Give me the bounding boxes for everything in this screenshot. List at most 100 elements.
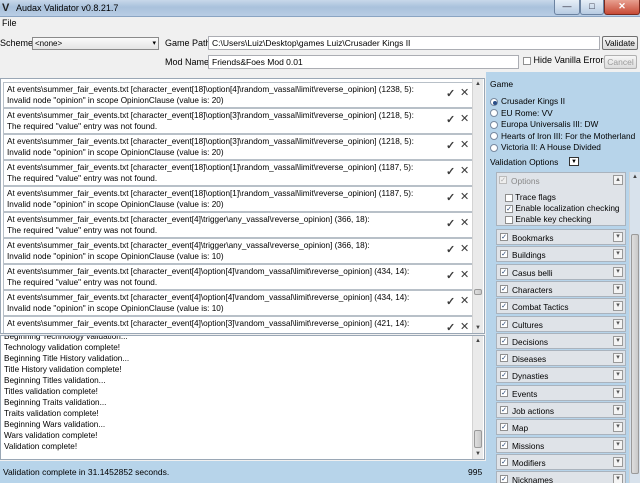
category-checkbox[interactable]: ✓ [500, 457, 508, 466]
expand-icon[interactable]: ▾ [613, 405, 623, 415]
category-row[interactable]: ✓ Buildings ▾ [496, 246, 626, 263]
expand-icon[interactable]: ▾ [613, 439, 623, 450]
category-row[interactable]: ✓ Characters ▾ [496, 280, 626, 297]
scroll-up-icon[interactable]: ▲ [473, 336, 483, 346]
option-checkbox[interactable]: Enable key checking [505, 214, 591, 224]
expand-icon[interactable]: ▾ [613, 456, 623, 467]
cancel-button[interactable]: Cancel [604, 55, 637, 69]
scroll-thumb[interactable] [474, 289, 482, 295]
error-list-scrollbar[interactable]: ▲ ▼ [472, 79, 483, 333]
expand-icon[interactable]: ▾ [613, 249, 623, 260]
checkmark-icon[interactable]: ✓ [446, 87, 455, 100]
game-option[interactable]: Hearts of Iron III: For the Motherland [490, 131, 635, 141]
scroll-up-icon[interactable]: ▲ [630, 172, 640, 182]
minimize-button[interactable]: — [554, 0, 580, 15]
category-row[interactable]: ✓ Dynasties ▾ [496, 367, 626, 384]
category-checkbox[interactable]: ✓ [500, 388, 508, 397]
category-checkbox[interactable]: ✓ [500, 406, 508, 414]
check-box[interactable] [505, 193, 513, 202]
checkmark-icon[interactable]: ✓ [446, 295, 455, 308]
option-checkbox[interactable]: ✓ Enable localization checking [505, 203, 620, 213]
category-checkbox[interactable]: ✓ [500, 475, 508, 483]
hide-vanilla-checkbox[interactable]: Hide Vanilla Errors [523, 55, 608, 65]
radio-button[interactable] [490, 120, 498, 129]
scheme-dropdown[interactable]: <none> ▾ [32, 37, 159, 50]
error-item[interactable]: At events\summer_fair_events.txt [charac… [3, 134, 473, 160]
category-row[interactable]: ✓ Casus belli ▾ [496, 263, 626, 280]
scroll-down-icon[interactable]: ▼ [473, 449, 483, 459]
validate-button[interactable]: Validate [602, 36, 638, 50]
game-option[interactable]: Crusader Kings II [490, 96, 565, 106]
expand-icon[interactable]: ▾ [613, 283, 623, 294]
dismiss-icon[interactable]: ✕ [460, 86, 469, 99]
game-option[interactable]: Europa Universalis III: DW [490, 119, 598, 129]
error-item[interactable]: At events\summer_fair_events.txt [charac… [3, 316, 473, 333]
expand-icon[interactable]: ▾ [613, 353, 623, 364]
checkmark-icon[interactable]: ✓ [446, 321, 455, 333]
radio-button[interactable] [490, 132, 498, 141]
scroll-up-icon[interactable]: ▲ [473, 79, 483, 89]
game-path-field[interactable]: C:\Users\Luiz\Desktop\games Luiz\Crusade… [208, 36, 600, 50]
dismiss-icon[interactable]: ✕ [460, 294, 469, 307]
checkmark-icon[interactable]: ✓ [446, 165, 455, 178]
radio-button[interactable] [490, 109, 498, 118]
expand-icon[interactable]: ▾ [613, 266, 623, 277]
expand-icon[interactable]: ▾ [613, 232, 623, 242]
error-item[interactable]: At events\summer_fair_events.txt [charac… [3, 108, 473, 134]
checkmark-icon[interactable]: ✓ [446, 269, 455, 282]
category-checkbox[interactable]: ✓ [500, 250, 508, 259]
scroll-down-icon[interactable]: ▼ [473, 323, 483, 333]
category-row[interactable]: ✓ Combat Tactics ▾ [496, 298, 626, 315]
dismiss-icon[interactable]: ✕ [460, 216, 469, 229]
hide-vanilla-check-box[interactable] [523, 56, 531, 65]
mod-name-field[interactable]: Friends&Foes Mod 0.01 [208, 55, 519, 69]
check-box[interactable]: ✓ [505, 204, 513, 213]
checkmark-icon[interactable]: ✓ [446, 113, 455, 126]
error-item[interactable]: At events\summer_fair_events.txt [charac… [3, 290, 473, 316]
category-checkbox[interactable]: ✓ [500, 423, 508, 432]
category-checkbox[interactable]: ✓ [500, 284, 508, 293]
dismiss-icon[interactable]: ✕ [460, 112, 469, 125]
category-checkbox[interactable]: ✓ [500, 354, 508, 363]
category-row[interactable]: ✓ Job actions ▾ [496, 402, 626, 418]
category-row[interactable]: ✓ Missions ▾ [496, 436, 626, 453]
expand-icon[interactable]: ▾ [613, 422, 623, 433]
category-row[interactable]: ✓ Bookmarks ▾ [496, 229, 626, 245]
expand-icon[interactable]: ▾ [613, 301, 623, 312]
category-checkbox[interactable]: ✓ [500, 302, 508, 311]
checkmark-icon[interactable]: ✓ [446, 191, 455, 204]
validation-options-toggle[interactable]: ▼ [569, 157, 579, 166]
maximize-button[interactable]: □ [580, 0, 604, 15]
expand-icon[interactable]: ▾ [613, 474, 623, 483]
close-button[interactable]: ✕ [604, 0, 640, 15]
category-checkbox[interactable]: ✓ [500, 319, 508, 328]
error-item[interactable]: At events\summer_fair_events.txt [charac… [3, 82, 473, 108]
collapse-icon[interactable]: ▴ [613, 175, 623, 185]
category-row[interactable]: ✓ Decisions ▾ [496, 332, 626, 349]
radio-button[interactable] [490, 143, 498, 152]
category-checkbox[interactable]: ✓ [500, 233, 508, 241]
menu-file[interactable]: File [2, 18, 17, 28]
expand-icon[interactable]: ▾ [613, 335, 623, 346]
expand-icon[interactable]: ▾ [613, 318, 623, 329]
checkmark-icon[interactable]: ✓ [446, 139, 455, 152]
category-row[interactable]: ✓ Nicknames ▾ [496, 471, 626, 483]
dismiss-icon[interactable]: ✕ [460, 268, 469, 281]
check-box[interactable] [505, 215, 513, 224]
dismiss-icon[interactable]: ✕ [460, 190, 469, 203]
checkmark-icon[interactable]: ✓ [446, 217, 455, 230]
category-row[interactable]: ✓ Modifiers ▾ [496, 453, 626, 470]
error-item[interactable]: At events\summer_fair_events.txt [charac… [3, 212, 473, 238]
category-checkbox[interactable]: ✓ [500, 336, 508, 345]
dismiss-icon[interactable]: ✕ [460, 138, 469, 151]
error-item[interactable]: At events\summer_fair_events.txt [charac… [3, 264, 473, 290]
dismiss-icon[interactable]: ✕ [460, 320, 469, 333]
category-checkbox[interactable]: ✓ [500, 267, 508, 276]
checkmark-icon[interactable]: ✓ [446, 243, 455, 256]
category-row[interactable]: ✓ Map ▾ [496, 419, 626, 436]
error-item[interactable]: At events\summer_fair_events.txt [charac… [3, 160, 473, 186]
log-scrollbar[interactable]: ▲ ▼ [472, 336, 483, 459]
scroll-thumb[interactable] [631, 234, 639, 474]
error-item[interactable]: At events\summer_fair_events.txt [charac… [3, 186, 473, 212]
expand-icon[interactable]: ▾ [613, 387, 623, 398]
